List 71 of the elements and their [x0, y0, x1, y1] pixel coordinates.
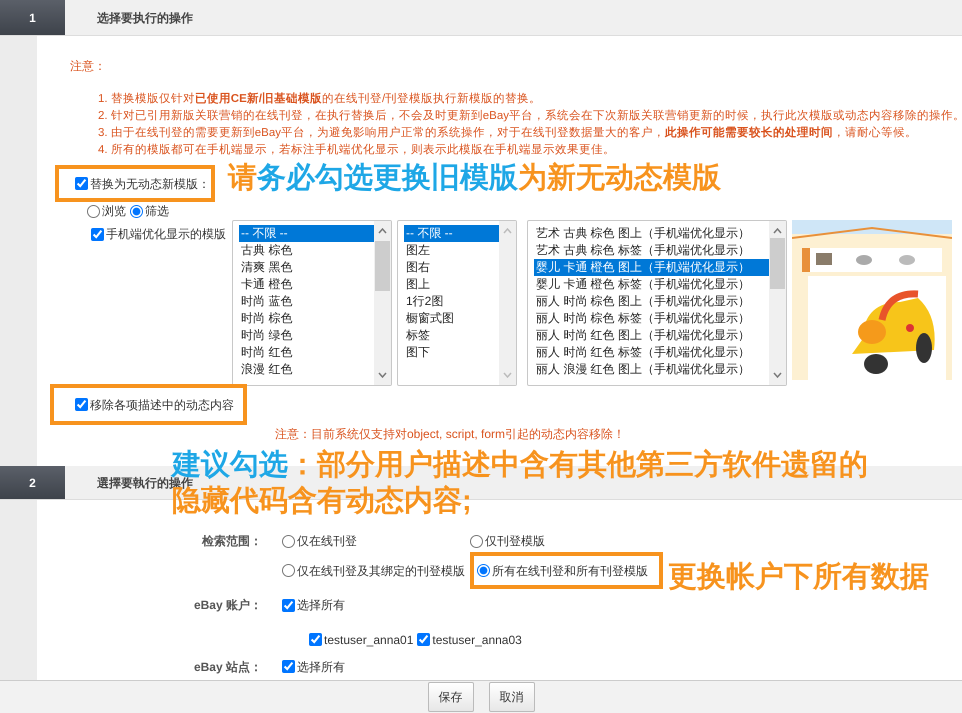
field-label: 检索范围：	[200, 533, 262, 550]
list-option[interactable]: 浪漫 红色	[239, 361, 374, 378]
list-option[interactable]: 艺术 古典 棕色 标签（手机端优化显示）	[534, 242, 769, 259]
notice-text: 注意：目前系统仅支持对object, script, form引起的动态内容移除！	[275, 426, 626, 443]
radio-label: 仅在线刊登	[297, 533, 357, 550]
list-option[interactable]: 橱窗式图	[404, 310, 499, 327]
field-label: eBay 账户：	[192, 597, 262, 614]
checkbox-label: 移除各项描述中的动态内容	[90, 396, 234, 414]
annotation-text: 请务必勾选更换旧模版为新无动态模版	[228, 163, 721, 194]
section-title: 选择要执行的操作	[97, 10, 193, 26]
list-option[interactable]: 清爽 黑色	[239, 259, 374, 276]
list-option[interactable]: 1行2图	[404, 293, 499, 310]
checkbox[interactable]	[75, 398, 88, 411]
list-option[interactable]: 时尚 绿色	[239, 327, 374, 344]
cancel-button[interactable]: 取消	[488, 682, 534, 712]
checkbox-label: 手机端优化显示的模版	[106, 226, 226, 243]
checkbox[interactable]	[282, 660, 295, 673]
step-number: 1	[0, 0, 65, 35]
notice-heading: 注意：	[70, 58, 107, 75]
list-option[interactable]: 婴儿 卡通 橙色 图上（手机端优化显示）	[534, 259, 769, 276]
radio-button[interactable]	[87, 204, 100, 218]
list-option[interactable]: 卡通 橙色	[239, 276, 374, 293]
list-box[interactable]: -- 不限 -- 图左 图右 图上 1行2图 橱窗式图 标签 图下	[397, 220, 517, 386]
radio-label: 仅刊登模版	[485, 533, 545, 550]
list-option[interactable]: 丽人 时尚 棕色 标签（手机端优化显示）	[534, 310, 769, 327]
list-option[interactable]: 丽人 时尚 红色 图上（手机端优化显示）	[534, 327, 769, 344]
list-option[interactable]: -- 不限 --	[239, 225, 374, 242]
checkbox[interactable]	[282, 598, 295, 612]
checkbox[interactable]	[417, 633, 430, 646]
checkbox-label: testuser_anna03	[432, 632, 522, 648]
list-option[interactable]: 图右	[404, 259, 499, 276]
checkbox-label: 选择所有	[297, 597, 345, 614]
list-option[interactable]: 图上	[404, 276, 499, 293]
checkbox[interactable]	[309, 633, 322, 646]
list-option[interactable]: 艺术 古典 棕色 图上（手机端优化显示）	[534, 225, 769, 242]
notice-item: 2. 针对已引用新版关联营销的在线刊登，在执行替换后，不会及时更新到eBay平台，系统会在下次新版关联营销更新的时候，执行此次模版或动态内容移除的操作。	[97, 108, 962, 124]
step-number: 2	[0, 466, 65, 499]
list-option[interactable]: -- 不限 --	[404, 225, 499, 242]
list-box[interactable]: -- 不限 -- 古典 棕色 清爽 黑色 卡通 橙色 时尚 蓝色 时尚 棕色 时尚 绿色 时尚 红色 浪漫 红色	[232, 220, 392, 386]
radio-button[interactable]	[282, 534, 295, 548]
checkbox-label: 选择所有	[297, 658, 345, 676]
radio-label: 仅在线刊登及其绑定的刊登模版	[297, 562, 465, 580]
list-box[interactable]: 艺术 古典 棕色 图上（手机端优化显示） 艺术 古典 棕色 标签（手机端优化显示） 婴儿 卡通 橙色 图上（手机端优化显示） 婴儿 卡通 橙色 标签（手机端优化显示） 丽人 时尚 棕色 图上（手机端优化显示） 丽人 时尚 棕色 标签（手机端优化显示） 丽人 时尚 红色 图上（手机端优化显示） 丽人 时尚 红色 标签（手机端优化显示） 丽人 浪漫 红色 图上（手机端优化显示）	[527, 220, 787, 386]
checkbox-label: 替换为无动态新模版：	[90, 176, 210, 192]
notice-item: 1. 替换模版仅针对已使用CE新/旧基础模版的在线刊登/刊登模版执行新模版的替换。	[97, 91, 542, 107]
list-option[interactable]: 时尚 蓝色	[239, 293, 374, 310]
list-option[interactable]: 时尚 红色	[239, 344, 374, 361]
annotation-text: 更换帐户下所有数据	[668, 562, 929, 593]
list-option[interactable]: 图左	[404, 242, 499, 259]
list-option[interactable]: 标签	[404, 327, 499, 344]
field-label: eBay 站点：	[192, 658, 262, 676]
notice-item: 4. 所有的模版都可在手机端显示，若标注手机端优化显示，则表示此模版在手机端显示效果更佳。	[97, 142, 616, 158]
radio-button[interactable]	[470, 534, 483, 548]
checkbox[interactable]	[75, 177, 88, 190]
list-option[interactable]: 丽人 浪漫 红色 图上（手机端优化显示）	[534, 361, 769, 378]
radio-button[interactable]	[130, 204, 143, 218]
list-option[interactable]: 丽人 时尚 红色 标签（手机端优化显示）	[534, 344, 769, 361]
list-option[interactable]: 图下	[404, 344, 499, 361]
list-option[interactable]: 丽人 时尚 棕色 图上（手机端优化显示）	[534, 293, 769, 310]
radio-label: 所有在线刊登和所有刊登模版	[492, 562, 648, 580]
list-option[interactable]: 古典 棕色	[239, 242, 374, 259]
radio-label: 浏览	[102, 203, 126, 220]
notice-item: 3. 由于在线刊登的需要更新到eBay平台，为避免影响用户正常的系统操作，对于在线刊登数据量大的客户，此操作可能需要较长的处理时间，请耐心等候。	[97, 125, 918, 141]
radio-button[interactable]	[282, 564, 295, 577]
checkbox[interactable]	[91, 228, 104, 240]
save-button[interactable]: 保存	[428, 682, 474, 712]
list-option[interactable]: 婴儿 卡通 橙色 标签（手机端优化显示）	[534, 276, 769, 293]
radio-button[interactable]	[477, 564, 490, 577]
radio-label: 筛选	[145, 203, 169, 220]
checkbox-label: testuser_anna01	[324, 632, 414, 648]
list-option[interactable]: 时尚 棕色	[239, 310, 374, 327]
